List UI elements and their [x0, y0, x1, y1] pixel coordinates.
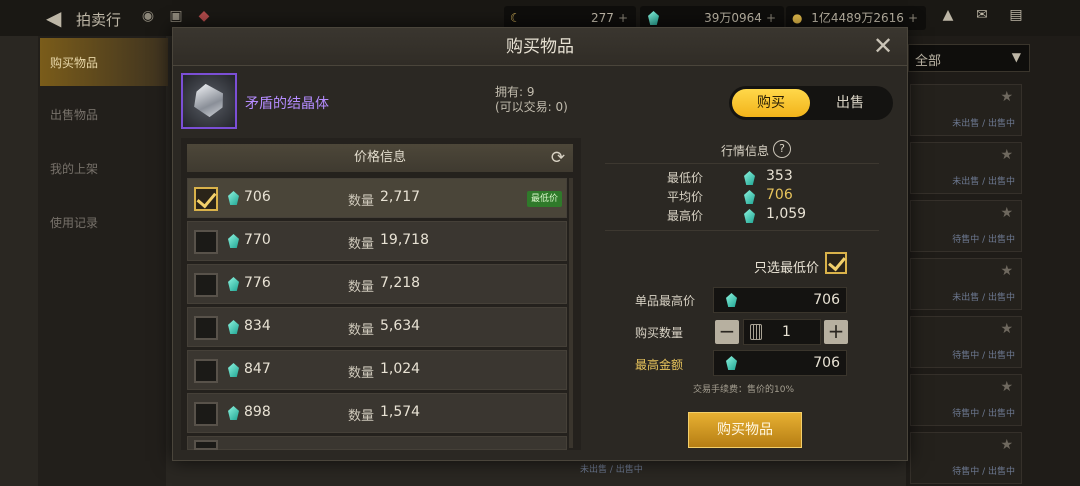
listing-row[interactable]: ★ 待售中 / 出售中	[910, 316, 1022, 368]
listing-row[interactable]: ★ 未出售 / 出售中	[910, 84, 1022, 136]
gem-icon	[228, 234, 239, 248]
decrease-button[interactable]: −	[715, 320, 739, 344]
row-checkbox[interactable]	[194, 359, 218, 383]
lowest-price-badge: 最低价	[526, 191, 562, 207]
increase-button[interactable]: +	[824, 320, 848, 344]
gem-icon	[228, 363, 239, 377]
chat-icon[interactable]: ▤	[1004, 7, 1028, 25]
price-list: 价格信息 ⟳ 706 数量 2,717 最低价 770 数量 19,718 77…	[181, 138, 581, 450]
page-title: 拍卖行	[76, 11, 122, 29]
listing-row[interactable]: ★ 未出售 / 出售中	[910, 142, 1022, 194]
max-total-field: 706	[713, 350, 847, 376]
price-row[interactable]: 898 数量 1,574	[187, 393, 567, 433]
star-icon[interactable]: ★	[1000, 89, 1013, 105]
bag-icon[interactable]: ◆	[194, 8, 214, 26]
buy-sell-toggle: 购买 出售	[729, 86, 893, 120]
max-price-value: 1,059	[766, 206, 807, 222]
row-checkbox[interactable]	[194, 440, 218, 450]
row-checkbox[interactable]	[194, 316, 218, 340]
list-scrollbar[interactable]	[569, 178, 573, 448]
eye-icon[interactable]: ◉	[138, 8, 158, 26]
add-icon[interactable]: +	[908, 11, 918, 25]
row-checkbox[interactable]	[194, 230, 218, 254]
sidebar-item-history[interactable]: 使用记录	[50, 214, 98, 231]
market-info-title: 行情信息	[721, 144, 770, 158]
listing-row[interactable]: ★ 待售中 / 出售中	[910, 374, 1022, 426]
owned-count: 拥有: 9 (可以交易: 0)	[495, 85, 568, 114]
star-icon[interactable]: ★	[1000, 379, 1013, 395]
listing-row[interactable]: ★ 待售中 / 出售中	[910, 432, 1022, 484]
avg-price-label: 平均价	[667, 190, 704, 204]
status-text: 未出售 / 出售中	[580, 465, 643, 475]
max-price-label: 最高价	[667, 209, 704, 223]
price-list-header: 价格信息 ⟳	[187, 144, 573, 172]
tab-buy[interactable]: 购买	[732, 89, 810, 117]
price-row[interactable]: 776 数量 7,218	[187, 264, 567, 304]
fee-note: 交易手续费：售价的10%	[693, 385, 795, 395]
row-checkbox[interactable]	[194, 402, 218, 426]
listing-row[interactable]: ★ 未出售 / 出售中	[910, 258, 1022, 310]
listing-row[interactable]: ★ 待售中 / 出售中	[910, 200, 1022, 252]
gem-icon	[744, 171, 755, 185]
price-row[interactable]: 770 数量 19,718	[187, 221, 567, 261]
item-name: 矛盾的结晶体	[245, 96, 329, 112]
gem-icon	[648, 11, 659, 25]
unit-max-price-label: 单品最高价	[635, 294, 696, 308]
buy-item-dialog: 购买物品 ✕ 矛盾的结晶体 拥有: 9 (可以交易: 0) 购买 出售 价格信息…	[172, 27, 908, 461]
star-icon[interactable]: ★	[1000, 437, 1013, 453]
gem-icon	[744, 209, 755, 223]
sidebar	[38, 36, 166, 486]
item-icon[interactable]	[181, 73, 237, 129]
sidebar-item-listings[interactable]: 我的上架	[50, 160, 98, 177]
divider	[605, 230, 879, 231]
star-icon[interactable]: ★	[1000, 205, 1013, 221]
min-price-value: 353	[766, 168, 793, 184]
min-price-label: 最低价	[667, 171, 704, 185]
star-icon[interactable]: ★	[1000, 321, 1013, 337]
gem-icon	[228, 320, 239, 334]
gem-icon	[228, 277, 239, 291]
price-row[interactable]	[187, 436, 567, 450]
buy-item-button[interactable]: 购买物品	[688, 412, 802, 448]
shop-bell-icon[interactable]: ▲	[936, 7, 960, 25]
dialog-title: 购买物品	[173, 28, 907, 66]
gem-icon	[228, 406, 239, 420]
max-total-label: 最高金额	[635, 358, 684, 372]
dropdown-arrow-icon: ▼	[1011, 50, 1021, 64]
calculator-icon[interactable]	[750, 324, 762, 340]
row-checkbox[interactable]	[194, 187, 218, 211]
close-icon[interactable]: ✕	[871, 34, 895, 58]
price-row[interactable]: 706 数量 2,717 最低价	[187, 178, 567, 218]
category-filter[interactable]: 全部 ▼	[908, 44, 1030, 72]
back-arrow-icon[interactable]: ◀	[46, 6, 61, 30]
divider	[605, 163, 879, 164]
mail-list-icon[interactable]: ▣	[166, 8, 186, 26]
gem-icon	[744, 190, 755, 204]
add-icon[interactable]: +	[618, 11, 628, 25]
quantity-input[interactable]: 1	[743, 319, 821, 345]
price-row[interactable]: 847 数量 1,024	[187, 350, 567, 390]
gem-icon	[726, 356, 737, 370]
quantity-label: 购买数量	[635, 326, 684, 340]
mail-icon[interactable]: ✉	[970, 7, 994, 25]
row-checkbox[interactable]	[194, 273, 218, 297]
only-lowest-label: 只选最低价	[754, 261, 820, 276]
refresh-icon[interactable]: ⟳	[547, 147, 569, 169]
sidebar-item-buy[interactable]: 购买物品	[40, 38, 168, 86]
crystal-icon	[190, 82, 228, 120]
star-icon[interactable]: ★	[1000, 263, 1013, 279]
tab-sell[interactable]: 出售	[811, 89, 889, 117]
price-row[interactable]: 834 数量 5,634	[187, 307, 567, 347]
sidebar-item-sell[interactable]: 出售物品	[50, 106, 98, 123]
gem-icon	[726, 293, 737, 307]
add-icon[interactable]: +	[766, 11, 776, 25]
unit-max-price-field[interactable]: 706	[713, 287, 847, 313]
only-lowest-checkbox[interactable]	[825, 252, 847, 274]
star-icon[interactable]: ★	[1000, 147, 1013, 163]
help-icon[interactable]: ?	[773, 140, 791, 158]
gem-icon	[228, 191, 239, 205]
avg-price-value: 706	[766, 187, 793, 203]
